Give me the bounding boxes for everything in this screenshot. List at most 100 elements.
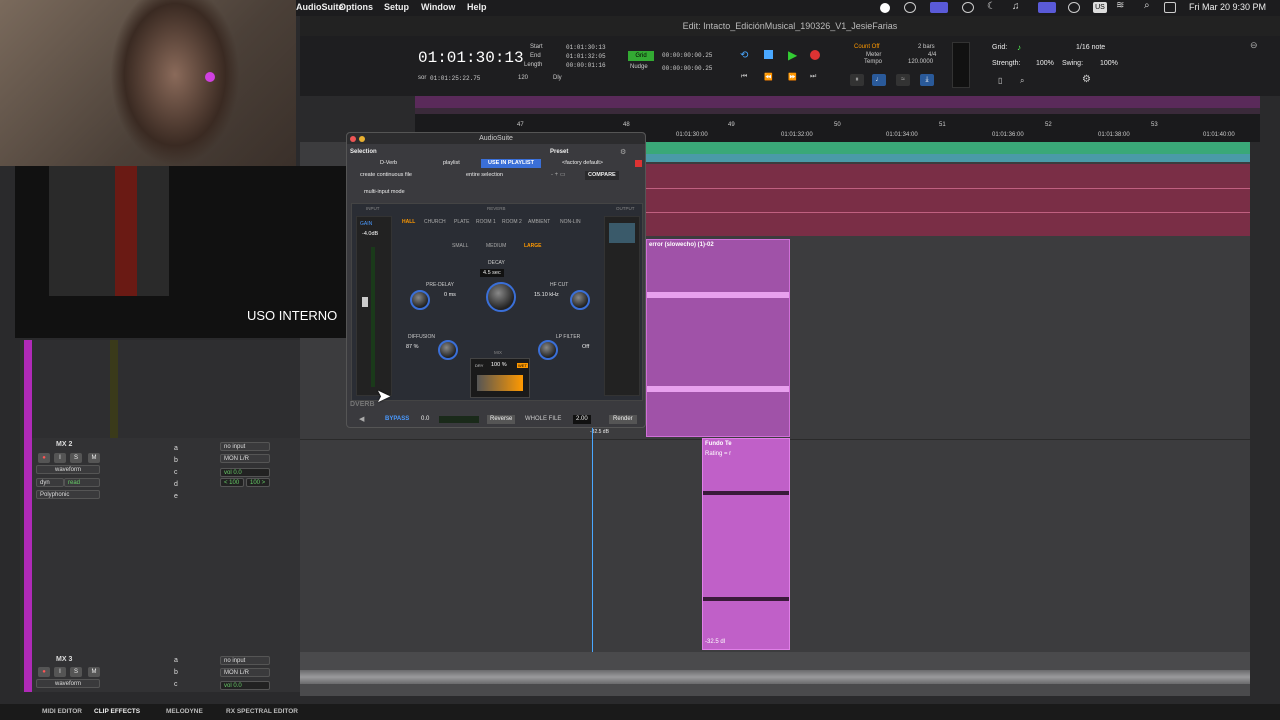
track-name[interactable]: MX 3 (56, 656, 72, 663)
track-name[interactable]: MX 2 (56, 441, 72, 448)
end-value[interactable]: 01:01:32:05 (566, 53, 606, 60)
pan-left[interactable]: < 100 (220, 478, 244, 487)
status-dot-icon[interactable] (880, 3, 890, 13)
swing-value[interactable]: 100% (1100, 60, 1118, 67)
audiosuite-window[interactable]: AudioSuite Selection Preset ⚙ D-Verb pla… (346, 132, 646, 428)
audiosuite-title-bar[interactable]: AudioSuite (347, 133, 645, 144)
audio-clip[interactable]: error (slowecho) (1)-02 (646, 239, 790, 437)
delay-label[interactable]: Dly (553, 75, 562, 81)
dyn-button[interactable]: dyn (36, 478, 64, 487)
clip-gain[interactable]: -32.5 dl (705, 639, 725, 645)
tab-rx-spectral-editor[interactable]: RX SPECTRAL EDITOR (226, 708, 298, 715)
grid-value[interactable]: 00:00:00:00.25 (662, 52, 712, 59)
marker-ruler[interactable] (415, 96, 1260, 108)
timer-icon[interactable] (904, 2, 916, 13)
loop-icon[interactable]: ⟲ (740, 50, 748, 61)
metronome-button[interactable]: ♩ (872, 74, 886, 86)
keyboard-layout-icon[interactable]: US (1093, 2, 1107, 13)
decay-knob[interactable] (486, 282, 516, 312)
tempo-ruler[interactable] (415, 108, 1260, 114)
grid-note-value[interactable]: 1/16 note (1076, 44, 1105, 51)
headphones-icon[interactable]: ♫ (1012, 1, 1024, 12)
pan-right[interactable]: 100 > (246, 478, 270, 487)
bypass-indicator-icon[interactable] (635, 160, 642, 167)
moon-icon[interactable]: ☾ (987, 1, 999, 12)
vertical-scrollbar[interactable] (1254, 142, 1262, 652)
menu-help[interactable]: Help (467, 2, 487, 12)
lpfilter-knob[interactable] (538, 340, 558, 360)
size-medium[interactable]: MEDIUM (484, 242, 508, 250)
start-value[interactable]: 01:01:30:13 (566, 44, 606, 51)
preset-selector[interactable]: <factory default> (559, 159, 606, 168)
preset-nav-icon[interactable]: - + ▭ (551, 171, 566, 178)
record-button[interactable] (810, 50, 820, 60)
share-icon[interactable] (962, 2, 974, 13)
input-meter[interactable]: GAIN -4.0dB (356, 216, 392, 396)
size-large[interactable]: LARGE (522, 242, 544, 250)
main-counter[interactable]: 01:01:30:13 (418, 49, 524, 67)
solo-button[interactable]: S (70, 667, 82, 677)
skip-end-icon[interactable]: ⏭ (810, 73, 816, 81)
rewind-icon[interactable]: ⏪ (764, 73, 773, 81)
reverb-type-nonlin[interactable]: NON-LIN (558, 218, 583, 226)
reverb-type-room1[interactable]: ROOM 1 (474, 218, 498, 226)
wifi-icon[interactable]: ≋ (1116, 0, 1128, 11)
input-monitor-button[interactable]: I (54, 667, 66, 677)
predelay-knob[interactable] (410, 290, 430, 310)
track-lane-red[interactable] (646, 164, 1250, 236)
conductor-button[interactable]: ≈ (896, 74, 910, 86)
window-settings-icon[interactable]: ⊖ (1250, 40, 1258, 51)
preview-button[interactable]: ◀ (359, 415, 364, 423)
grid-mode-button[interactable]: Grid (628, 51, 654, 61)
reverse-button[interactable]: Reverse (487, 415, 516, 424)
minimize-icon[interactable] (359, 136, 365, 142)
lpfilter-value[interactable]: Off (582, 344, 589, 350)
mix-value[interactable]: 100 % (491, 362, 507, 368)
midi-merge-button[interactable]: ⤓ (920, 74, 934, 86)
view-selector[interactable]: waveform (36, 679, 100, 688)
bars-value[interactable]: 2 bars (918, 44, 935, 50)
record-arm-button[interactable]: ● (38, 453, 50, 463)
tab-midi-editor[interactable]: MIDI EDITOR (42, 708, 82, 715)
close-icon[interactable] (350, 136, 356, 142)
bypass-button[interactable]: BYPASS (385, 416, 409, 422)
decay-value[interactable]: 4.5 sec (480, 269, 504, 277)
reverb-type-church[interactable]: CHURCH (422, 218, 448, 226)
length-value[interactable]: 00:00:01:16 (566, 62, 606, 69)
tab-melodyne[interactable]: MELODYNE (166, 708, 203, 715)
diffusion-knob[interactable] (438, 340, 458, 360)
play-circle-icon[interactable] (1068, 2, 1080, 13)
fast-forward-icon[interactable]: ⏩ (788, 73, 797, 81)
hfcut-knob[interactable] (570, 290, 590, 310)
input-monitor-button[interactable]: I (54, 453, 66, 463)
mute-button[interactable]: M (88, 667, 100, 677)
window-icon[interactable] (1038, 2, 1056, 13)
count-off-label[interactable]: Count Off (854, 44, 880, 50)
wait-note-button[interactable]: ⏸ (850, 74, 864, 86)
render-button[interactable]: Render (609, 415, 637, 424)
multi-input-selector[interactable]: multi-input mode (361, 188, 408, 197)
reverb-type-hall[interactable]: HALL (400, 218, 417, 226)
size-small[interactable]: SMALL (450, 242, 470, 250)
meter-value[interactable]: 4/4 (928, 52, 936, 58)
volume-field[interactable]: vol 0.0 (220, 468, 270, 477)
file-mode-selector[interactable]: create continuous file (357, 171, 415, 180)
track-header-mx3[interactable]: MX 3 ● I S M waveform a b c no input MON… (32, 654, 300, 692)
record-arm-button[interactable]: ● (38, 667, 50, 677)
plugin-selector[interactable]: D-Verb (377, 159, 400, 168)
predelay-value[interactable]: 0 ms (444, 292, 456, 298)
nudge-value[interactable]: 00:00:00:00.25 (662, 65, 712, 72)
menu-app[interactable]: AudioSuite (296, 2, 344, 12)
control-center-icon[interactable] (1164, 2, 1176, 13)
track-mx3-lane[interactable] (300, 652, 1250, 696)
volume-field[interactable]: vol 0.0 (220, 681, 270, 690)
reverb-type-ambient[interactable]: AMBIENT (526, 218, 552, 226)
reverb-type-plate[interactable]: PLATE (452, 218, 471, 226)
clock[interactable]: Fri Mar 20 9:30 PM (1189, 2, 1266, 12)
quantize-icon[interactable]: ▯ (998, 76, 1002, 85)
elastic-mode[interactable]: Polyphonic (36, 490, 100, 499)
settings-icon[interactable]: ⚙ (620, 148, 626, 156)
menu-options[interactable]: Options (339, 2, 373, 12)
output-selector[interactable]: MON L/R (220, 454, 270, 463)
process-mode-selector[interactable]: WHOLE FILE (525, 416, 561, 422)
